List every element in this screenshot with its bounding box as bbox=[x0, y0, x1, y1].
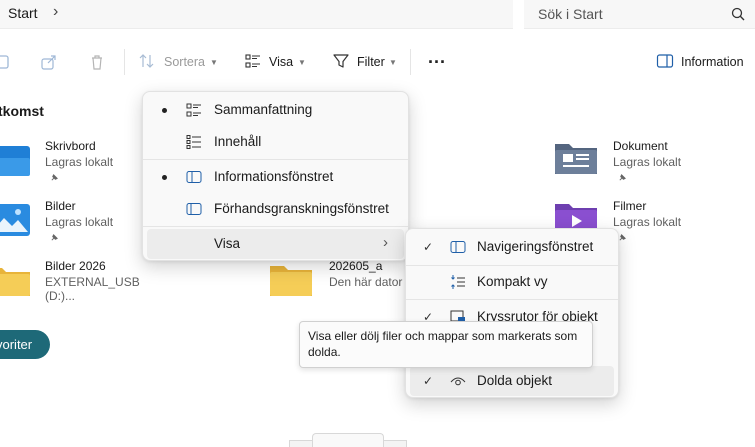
menu-divider bbox=[143, 159, 408, 160]
details-pane-icon bbox=[186, 171, 202, 183]
submenu-item-hidden-items[interactable]: ✓ Dolda objekt bbox=[410, 366, 614, 396]
list-view-icon bbox=[186, 103, 201, 117]
pin-icon bbox=[51, 234, 58, 241]
filter-label: Filter bbox=[357, 55, 385, 69]
chevron-right-icon[interactable]: › bbox=[53, 3, 58, 21]
more-options-button[interactable]: ... bbox=[428, 47, 446, 68]
tooltip: Visa eller dölj filer och mappar som mar… bbox=[299, 321, 593, 368]
item-name: 202605_a bbox=[329, 259, 383, 273]
list-item[interactable]: Bilder Lagras lokalt bbox=[0, 198, 130, 246]
pictures-folder-icon bbox=[0, 204, 30, 236]
command-bar: Sortera ▼ Visa ▼ Filter ▼ ... Informatio… bbox=[0, 40, 755, 84]
pin-icon bbox=[619, 234, 626, 241]
eye-icon bbox=[450, 377, 466, 386]
menu-divider bbox=[143, 226, 408, 227]
list-item[interactable]: 202605_a Den här dator bbox=[270, 258, 410, 302]
desktop-folder-icon bbox=[0, 146, 30, 176]
menu-item-label: Förhandsgranskningsfönstret bbox=[214, 201, 389, 216]
list-item[interactable]: Skrivbord Lagras lokalt bbox=[0, 138, 130, 186]
submenu-item-navigation-pane[interactable]: ✓ Navigeringsfönstret bbox=[410, 232, 614, 262]
navigation-pane-icon bbox=[450, 241, 466, 253]
share-icon[interactable] bbox=[40, 53, 58, 71]
filter-icon bbox=[333, 54, 349, 68]
menu-item-details-pane[interactable]: Informationsfönstret bbox=[147, 162, 404, 192]
menu-item-content[interactable]: Innehåll bbox=[147, 127, 404, 157]
item-sub: Lagras lokalt bbox=[613, 215, 682, 229]
details-label: Information bbox=[681, 55, 744, 69]
item-sub: Lagras lokalt bbox=[613, 155, 682, 169]
folder-icon bbox=[270, 266, 312, 296]
folder-icon bbox=[0, 268, 30, 296]
documents-folder-icon bbox=[555, 144, 597, 174]
menu-item-preview-pane[interactable]: Förhandsgranskningsfönstret bbox=[147, 194, 404, 224]
selected-bullet-icon bbox=[162, 175, 167, 180]
tooltip-text: Visa eller dölj filer och mappar som mar… bbox=[308, 329, 578, 359]
rename-icon[interactable] bbox=[0, 53, 10, 71]
breadcrumb-start[interactable]: Start bbox=[8, 5, 38, 21]
content-view-icon bbox=[186, 135, 201, 149]
item-name: Skrivbord bbox=[45, 139, 96, 153]
filter-button[interactable]: Filter ▼ bbox=[332, 52, 402, 74]
menu-divider bbox=[406, 299, 618, 300]
item-sub: Lagras lokalt bbox=[45, 155, 114, 169]
item-sub: EXTERNAL_USB (D:)... bbox=[45, 275, 140, 303]
view-menu: Sammanfattning Innehåll Informationsföns… bbox=[142, 91, 409, 261]
menu-item-label: Visa bbox=[214, 236, 241, 251]
chevron-right-icon: › bbox=[383, 234, 388, 251]
list-item[interactable]: Dokument Lagras lokalt bbox=[555, 138, 695, 186]
item-name: Filmer bbox=[613, 199, 647, 213]
list-item[interactable]: Bilder 2026 EXTERNAL_USB (D:)... bbox=[0, 258, 170, 303]
favorites-label: voriter bbox=[0, 337, 33, 352]
view-label: Visa bbox=[269, 55, 294, 69]
menu-item-label: Informationsfönstret bbox=[214, 169, 334, 184]
pin-icon bbox=[619, 174, 626, 181]
address-bar[interactable]: Start › bbox=[0, 0, 513, 29]
submenu-item-label: Navigeringsfönstret bbox=[477, 239, 594, 254]
search-box[interactable]: Sök i Start bbox=[524, 0, 755, 29]
submenu-item-compact-view[interactable]: Kompakt vy bbox=[410, 267, 614, 297]
menu-item-show[interactable]: Visa › bbox=[147, 229, 404, 259]
details-pane-icon bbox=[656, 54, 674, 68]
sort-button[interactable]: Sortera ▼ bbox=[138, 52, 218, 74]
selected-bullet-icon bbox=[162, 108, 167, 113]
submenu-item-label: Dolda objekt bbox=[477, 373, 553, 388]
search-icon bbox=[731, 7, 745, 21]
preview-pane-icon bbox=[186, 203, 202, 215]
toolbar-divider bbox=[410, 49, 411, 75]
show-submenu: ✓ Navigeringsfönstret Kompakt vy ✓ Kryss… bbox=[405, 228, 619, 398]
item-name: Bilder 2026 bbox=[45, 259, 106, 273]
sort-label: Sortera bbox=[164, 55, 205, 69]
item-name: Bilder bbox=[45, 199, 76, 213]
delete-icon[interactable] bbox=[88, 53, 106, 71]
menu-divider bbox=[406, 265, 618, 266]
view-list-icon bbox=[245, 54, 260, 68]
compact-view-icon bbox=[451, 275, 465, 289]
item-sub: Den här dator bbox=[329, 275, 403, 289]
chevron-down-icon: ▼ bbox=[389, 58, 397, 67]
checkmark-icon: ✓ bbox=[423, 374, 434, 388]
item-sub: Lagras lokalt bbox=[45, 215, 114, 229]
menu-item-summary[interactable]: Sammanfattning bbox=[147, 95, 404, 125]
section-title-quick-access: tkomst bbox=[0, 103, 44, 119]
checkmark-icon: ✓ bbox=[423, 240, 434, 254]
toolbar-divider bbox=[124, 49, 125, 75]
search-input[interactable]: Sök i Start bbox=[538, 6, 603, 22]
item-name: Dokument bbox=[613, 139, 668, 153]
menu-item-label: Innehåll bbox=[214, 134, 262, 149]
chevron-down-icon: ▼ bbox=[210, 58, 218, 67]
chevron-down-icon: ▼ bbox=[298, 58, 306, 67]
view-button[interactable]: Visa ▼ bbox=[244, 52, 308, 74]
details-pane-button[interactable]: Information bbox=[656, 52, 752, 74]
pin-icon bbox=[51, 174, 58, 181]
sort-icon bbox=[139, 54, 154, 68]
menu-item-label: Sammanfattning bbox=[214, 102, 313, 117]
submenu-item-label: Kompakt vy bbox=[477, 274, 548, 289]
